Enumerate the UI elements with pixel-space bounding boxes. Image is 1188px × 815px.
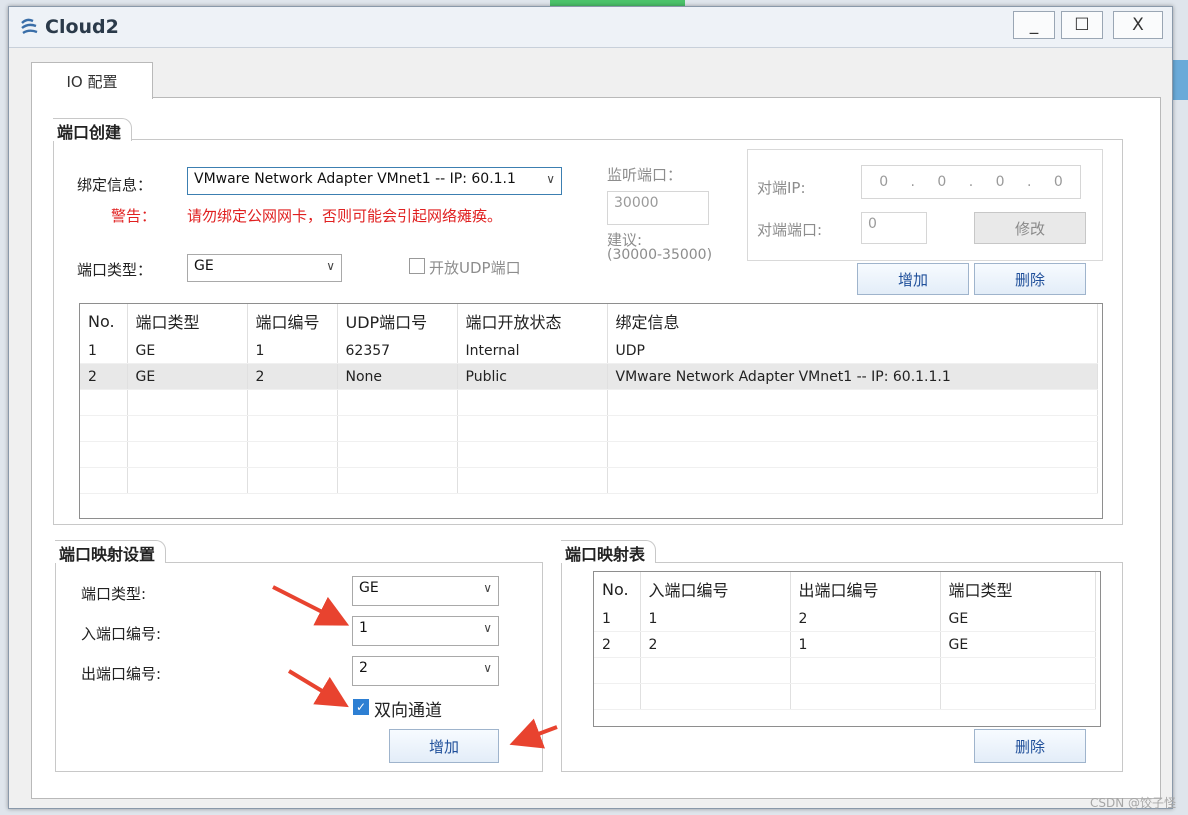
annotation-arrows [272,585,558,749]
watermark: CSDN @饺子怪 [1089,796,1176,810]
arrow-icon [509,718,558,749]
arrow-icon [287,669,349,708]
cloud-config-window: Cloud2 _ ☐ X IO 配置 端口创建 绑定信息： VMware Net… [8,6,1173,809]
arrow-icon [272,585,350,626]
